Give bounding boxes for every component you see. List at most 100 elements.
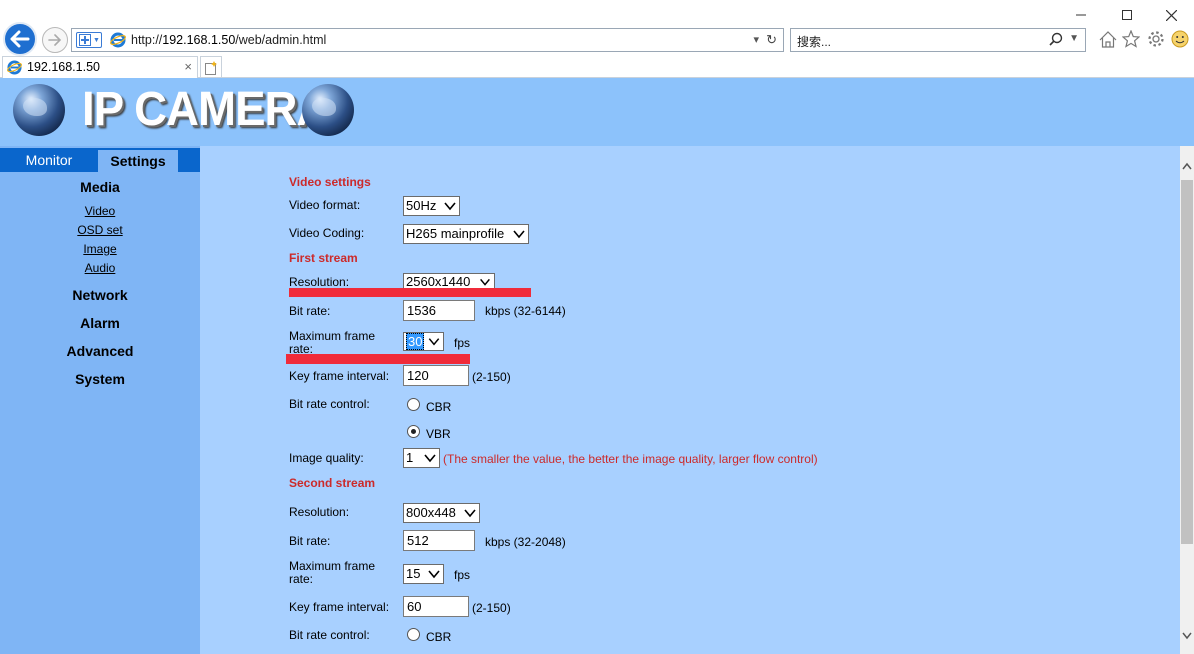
chevron-down-icon bbox=[464, 509, 476, 518]
star-icon[interactable] bbox=[1121, 29, 1141, 49]
search-input[interactable]: 搜索... ▼ bbox=[790, 28, 1086, 52]
sidebar-item-media[interactable]: Media bbox=[0, 179, 200, 195]
ie-icon bbox=[7, 60, 22, 75]
search-placeholder: 搜索... bbox=[797, 35, 832, 49]
back-button[interactable] bbox=[3, 22, 37, 56]
refresh-icon[interactable]: ↻ bbox=[766, 32, 777, 48]
first-vbr-radio[interactable] bbox=[407, 425, 420, 438]
second-bitrate-input[interactable]: 512 bbox=[403, 530, 475, 551]
section-title-second-stream: Second stream bbox=[289, 476, 376, 490]
second-resolution-label: Resolution: bbox=[289, 505, 350, 519]
forward-button[interactable] bbox=[42, 27, 68, 53]
close-window-button[interactable] bbox=[1148, 4, 1194, 26]
tab-settings[interactable]: Settings bbox=[98, 150, 178, 172]
second-key-frame-input[interactable]: 60 bbox=[403, 596, 469, 617]
scroll-up-button[interactable] bbox=[1180, 158, 1194, 174]
first-key-frame-input[interactable]: 120 bbox=[403, 365, 469, 386]
new-tab-button[interactable] bbox=[200, 56, 222, 78]
vertical-scrollbar[interactable] bbox=[1180, 146, 1194, 654]
second-cbr-radio[interactable] bbox=[407, 628, 420, 641]
first-cbr-label: CBR bbox=[426, 400, 452, 414]
first-bitrate-label: Bit rate: bbox=[289, 304, 331, 318]
minimize-button[interactable] bbox=[1058, 4, 1104, 26]
shield-icon[interactable]: ▼ bbox=[76, 32, 102, 48]
tab-monitor[interactable]: Monitor bbox=[0, 148, 98, 172]
sidebar-item-alarm[interactable]: Alarm bbox=[0, 315, 200, 331]
second-key-frame-label: Key frame interval: bbox=[289, 600, 390, 614]
ie-icon bbox=[110, 32, 126, 48]
close-icon bbox=[1165, 9, 1177, 21]
section-title-first-stream: First stream bbox=[289, 251, 358, 265]
video-format-label: Video format: bbox=[289, 198, 361, 212]
tab-strip: 192.168.1.50 × bbox=[0, 56, 1194, 78]
chevron-down-icon bbox=[513, 230, 525, 239]
logo-text: IP CAMERA bbox=[82, 83, 329, 136]
page: IP CAMERA Monitor Settings Media Video O… bbox=[0, 78, 1194, 654]
video-format-select[interactable]: 50Hz bbox=[403, 196, 460, 216]
section-title-video-settings: Video settings bbox=[289, 175, 371, 189]
arrow-left-icon bbox=[10, 30, 30, 48]
sidebar-item-network[interactable]: Network bbox=[0, 287, 200, 303]
first-image-quality-label: Image quality: bbox=[289, 451, 364, 465]
first-vbr-label: VBR bbox=[426, 427, 451, 441]
first-key-frame-label: Key frame interval: bbox=[289, 369, 390, 383]
first-key-frame-hint: (2-150) bbox=[472, 370, 511, 384]
chevron-down-icon bbox=[428, 570, 440, 579]
first-bitrate-input[interactable]: 1536 bbox=[403, 300, 475, 321]
chevron-down-icon bbox=[424, 454, 436, 463]
annotation-underline-frame-rate bbox=[286, 354, 470, 364]
address-bar[interactable]: ▼ http://192.168.1.50/web/admin.html ▾ ↻ bbox=[71, 28, 784, 52]
chevron-down-icon[interactable]: ▼ bbox=[1069, 33, 1079, 44]
sidebar-tabs: Monitor Settings bbox=[0, 148, 200, 172]
first-bitrate-control-label: Bit rate control: bbox=[289, 397, 370, 411]
sidebar-item-osd-set[interactable]: OSD set bbox=[0, 223, 200, 237]
first-max-frame-select[interactable]: 30 bbox=[403, 332, 444, 351]
sidebar: Monitor Settings Media Video OSD set Ima… bbox=[0, 146, 200, 654]
image-quality-note: (The smaller the value, the better the i… bbox=[443, 452, 818, 466]
sidebar-item-video[interactable]: Video bbox=[0, 204, 200, 218]
minimize-icon bbox=[1076, 14, 1086, 16]
scroll-down-button[interactable] bbox=[1180, 628, 1194, 644]
second-key-frame-hint: (2-150) bbox=[472, 601, 511, 615]
sidebar-item-image[interactable]: Image bbox=[0, 242, 200, 256]
arrow-right-icon bbox=[48, 34, 62, 46]
globe-logo-left bbox=[13, 84, 65, 136]
video-coding-select[interactable]: H265 mainprofile bbox=[403, 224, 529, 244]
second-bitrate-hint: kbps (32-2048) bbox=[485, 535, 566, 549]
browser-tab[interactable]: 192.168.1.50 × bbox=[2, 56, 198, 78]
gear-icon[interactable] bbox=[1146, 29, 1166, 49]
second-max-frame-select[interactable]: 15 bbox=[403, 564, 444, 584]
second-max-frame-label-line2: rate: bbox=[289, 572, 314, 586]
second-cbr-label: CBR bbox=[426, 630, 452, 644]
new-tab-icon bbox=[205, 60, 217, 75]
first-bitrate-hint: kbps (32-6144) bbox=[485, 304, 566, 318]
second-resolution-select[interactable]: 800x448 bbox=[403, 503, 480, 523]
sidebar-item-advanced[interactable]: Advanced bbox=[0, 343, 200, 359]
browser-toolbar: ▼ http://192.168.1.50/web/admin.html ▾ ↻… bbox=[0, 0, 1194, 56]
second-bitrate-control-label: Bit rate control: bbox=[289, 628, 370, 642]
globe-logo-right bbox=[302, 84, 354, 136]
search-icon[interactable] bbox=[1049, 32, 1063, 49]
tab-title: 192.168.1.50 bbox=[27, 60, 100, 74]
chevron-down-icon bbox=[480, 278, 490, 286]
close-tab-icon[interactable]: × bbox=[184, 59, 192, 74]
second-bitrate-label: Bit rate: bbox=[289, 534, 331, 548]
chevron-up-icon bbox=[1182, 162, 1192, 170]
scrollbar-thumb[interactable] bbox=[1181, 180, 1193, 544]
maximize-icon bbox=[1122, 10, 1132, 20]
home-icon[interactable] bbox=[1098, 29, 1118, 49]
smiley-icon[interactable] bbox=[1170, 29, 1190, 49]
chevron-down-icon[interactable]: ▾ bbox=[753, 33, 759, 46]
chevron-down-icon bbox=[1182, 632, 1192, 640]
url-text[interactable]: http://192.168.1.50/web/admin.html bbox=[131, 33, 326, 47]
first-fps-unit: fps bbox=[454, 336, 471, 350]
video-coding-label: Video Coding: bbox=[289, 226, 365, 240]
chevron-down-icon bbox=[428, 338, 440, 346]
first-image-quality-select[interactable]: 1 bbox=[403, 448, 440, 468]
sidebar-item-audio[interactable]: Audio bbox=[0, 261, 200, 275]
maximize-button[interactable] bbox=[1104, 4, 1150, 26]
page-header: IP CAMERA bbox=[0, 78, 1194, 146]
first-cbr-radio[interactable] bbox=[407, 398, 420, 411]
sidebar-item-system[interactable]: System bbox=[0, 371, 200, 387]
chevron-down-icon bbox=[444, 202, 456, 211]
